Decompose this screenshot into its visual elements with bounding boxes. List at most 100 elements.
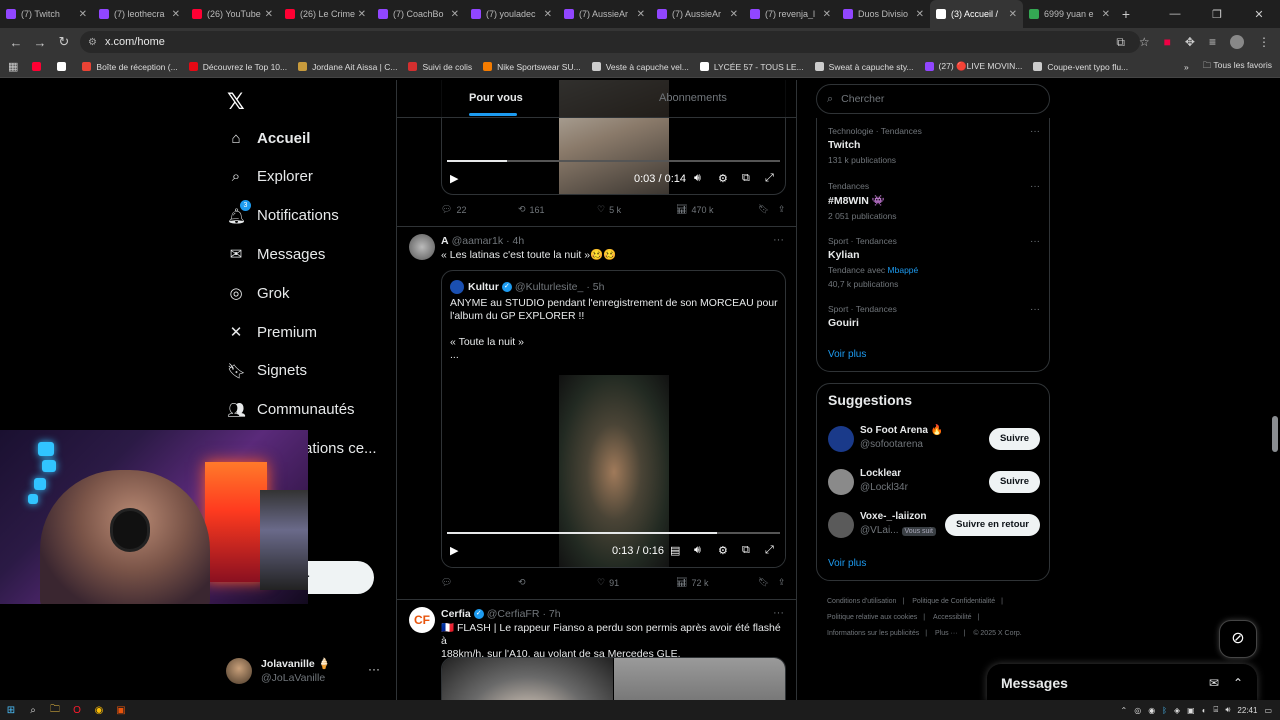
nav-item-grok[interactable]: ◎ Grok: [227, 281, 289, 305]
follow-button[interactable]: Suivre: [988, 471, 1040, 493]
bookmark-icon[interactable]: 🔖︎: [758, 204, 778, 215]
video-progress[interactable]: [447, 532, 780, 534]
suggestion-item[interactable]: So Foot Arena 🔥 @sofootarena Suivre: [828, 424, 1040, 454]
suggestion-item[interactable]: Voxe-_-laiizon @VLai... Vous suit Suivre en…: [828, 510, 1040, 540]
messages-dock[interactable]: Messages ✉ ⌃: [987, 664, 1257, 702]
volume-icon[interactable]: 🔊︎: [694, 544, 701, 557]
close-tab-icon[interactable]: ✕: [1102, 9, 1110, 20]
bookmark-item[interactable]: Nike Sportswear SU...: [483, 62, 581, 72]
install-app-icon[interactable]: ⧉: [1116, 35, 1125, 50]
bookmark-item[interactable]: Boîte de réception (...: [82, 62, 178, 72]
bluetooth-icon[interactable]: ᛒ: [1162, 706, 1167, 715]
nav-item-explore[interactable]: ⌕ Explorer: [227, 165, 313, 189]
browser-tab[interactable]: (7) leothecra ✕: [93, 0, 186, 28]
tray-app-icon[interactable]: ◐: [1202, 706, 1207, 715]
trend-context-link[interactable]: Mbappé: [888, 265, 919, 275]
nav-item-communities[interactable]: 👥︎ Communautés: [227, 398, 355, 422]
close-tab-icon[interactable]: ✕: [451, 9, 459, 20]
bookmark-item[interactable]: Veste à capuche vel...: [591, 62, 689, 72]
apps-grid-icon[interactable]: ▦: [8, 60, 18, 73]
minimize-icon[interactable]: —: [1154, 8, 1196, 20]
retweet-button[interactable]: ⟲ 161: [518, 204, 597, 215]
like-button[interactable]: ♡ 5 k: [597, 204, 676, 215]
close-tab-icon[interactable]: ✕: [358, 9, 366, 20]
tweet-time[interactable]: · 7h: [542, 608, 560, 620]
tweet-time[interactable]: · 4h: [506, 235, 524, 247]
close-tab-icon[interactable]: ✕: [79, 9, 87, 20]
all-bookmarks[interactable]: 🗀 Tous les favoris: [1203, 60, 1272, 74]
footer-link[interactable]: Conditions d'utilisation: [827, 598, 896, 605]
nav-item-messages[interactable]: ✉ Messages: [227, 242, 326, 266]
more-icon[interactable]: ···: [1030, 126, 1040, 137]
captions-icon[interactable]: ▤: [670, 544, 680, 557]
settings-icon[interactable]: ⚙: [718, 544, 728, 557]
forward-icon[interactable]: →: [28, 35, 52, 50]
scrollbar[interactable]: [1270, 80, 1280, 700]
browser-tab[interactable]: (26) YouTube ✕: [186, 0, 279, 28]
more-icon[interactable]: ···: [1030, 181, 1040, 192]
browser-tab[interactable]: (7) AussieAr ✕: [651, 0, 744, 28]
quoted-tweet[interactable]: Kultur ✓ @Kulturlesite_ · 5h ANYME au ST…: [441, 270, 786, 568]
menu-icon[interactable]: ⋮: [1258, 35, 1270, 49]
footer-link[interactable]: Informations sur les publicités: [827, 630, 919, 637]
expand-icon[interactable]: ⌃: [1233, 676, 1243, 690]
more-icon[interactable]: ···: [368, 662, 380, 676]
views-button[interactable]: 📊︎ 72 k: [676, 577, 758, 588]
browser-tab[interactable]: (3) Accueil / ✕: [930, 0, 1023, 28]
restore-icon[interactable]: ❐: [1196, 8, 1238, 21]
more-icon[interactable]: ···: [1030, 236, 1040, 247]
pip-icon[interactable]: ⧉: [742, 172, 750, 185]
like-button[interactable]: ♡ 91: [597, 577, 676, 588]
nav-item-home[interactable]: ⌂ Accueil: [227, 126, 310, 150]
nav-item-bookmarks[interactable]: 🔖︎ Signets: [227, 359, 307, 383]
footer-link[interactable]: Politique relative aux cookies: [827, 614, 917, 621]
bookmark-item[interactable]: LYCÉE 57 - TOUS LE...: [699, 62, 804, 72]
retweet-button[interactable]: ⟲: [518, 577, 597, 588]
file-explorer-icon[interactable]: 🗀: [44, 702, 66, 719]
trend-item[interactable]: Sport · Tendances Kylian Tendance avec M…: [828, 236, 1040, 289]
url-field[interactable]: ⚙ x.com/home: [80, 31, 1140, 53]
close-tab-icon[interactable]: ✕: [265, 9, 273, 20]
close-tab-icon[interactable]: ✕: [172, 9, 180, 20]
trend-item[interactable]: Technologie · Tendances Twitch 131 k pub…: [828, 126, 1040, 165]
follow-button[interactable]: Suivre: [988, 428, 1040, 450]
bookmark-item[interactable]: Coupe-vent typo flu...: [1033, 62, 1128, 72]
notifications-icon[interactable]: ▭: [1264, 706, 1272, 715]
bookmark-icon[interactable]: 🔖︎: [758, 577, 778, 588]
settings-icon[interactable]: ⚙: [718, 172, 728, 185]
network-icon[interactable]: ⌸: [1214, 705, 1219, 715]
fullscreen-icon[interactable]: ⤢: [765, 172, 774, 185]
search-input[interactable]: ⌕ Chercher: [816, 84, 1050, 114]
extension-icon[interactable]: ■: [1164, 35, 1171, 49]
close-tab-icon[interactable]: ✕: [1009, 9, 1017, 20]
close-tab-icon[interactable]: ✕: [544, 9, 552, 20]
close-window-icon[interactable]: ✕: [1238, 8, 1280, 21]
views-button[interactable]: 📊︎ 470 k: [676, 204, 758, 215]
new-tab-icon[interactable]: +: [1116, 6, 1136, 22]
browser-tab[interactable]: 6999 yuan e ✕: [1023, 0, 1116, 28]
tray-app-icon[interactable]: ▣: [1187, 706, 1195, 715]
footer-link[interactable]: Accessibilité: [933, 614, 972, 621]
browser-tab[interactable]: (26) Le Crime ✕: [279, 0, 372, 28]
media-icon[interactable]: ≡: [1209, 35, 1216, 49]
suggestion-item[interactable]: Locklear @Lockl34r Suivre: [828, 467, 1040, 497]
nav-item-verified-orgs[interactable]: ations ce...: [304, 436, 377, 460]
chrome-icon[interactable]: ◉: [88, 705, 110, 716]
reply-button[interactable]: 💬︎: [441, 577, 518, 588]
opera-icon[interactable]: O: [66, 705, 88, 716]
share-icon[interactable]: ⇪: [778, 577, 786, 588]
footer-link[interactable]: Politique de Confidentialité: [912, 598, 995, 605]
trend-item[interactable]: Sport · Tendances Gouiri ···: [828, 304, 1040, 329]
play-icon[interactable]: ▶: [450, 172, 458, 185]
tray-chevron-icon[interactable]: ⌃: [1121, 706, 1128, 715]
new-message-icon[interactable]: ✉: [1209, 676, 1219, 690]
site-info-icon[interactable]: ⚙: [88, 37, 97, 48]
tab-following[interactable]: Abonnements: [659, 92, 727, 104]
bookmark-item[interactable]: Sweat à capuche sty...: [814, 62, 914, 72]
author-handle[interactable]: @CerfiaFR: [487, 608, 540, 620]
bookmark-item[interactable]: Jordane Ait Aissa | C...: [298, 62, 397, 72]
profile-avatar[interactable]: [1230, 35, 1244, 49]
bookmark-item[interactable]: Découvrez le Top 10...: [188, 62, 287, 72]
reply-button[interactable]: 💬︎ 22: [441, 204, 518, 215]
volume-icon[interactable]: 🔊︎: [1225, 705, 1230, 715]
